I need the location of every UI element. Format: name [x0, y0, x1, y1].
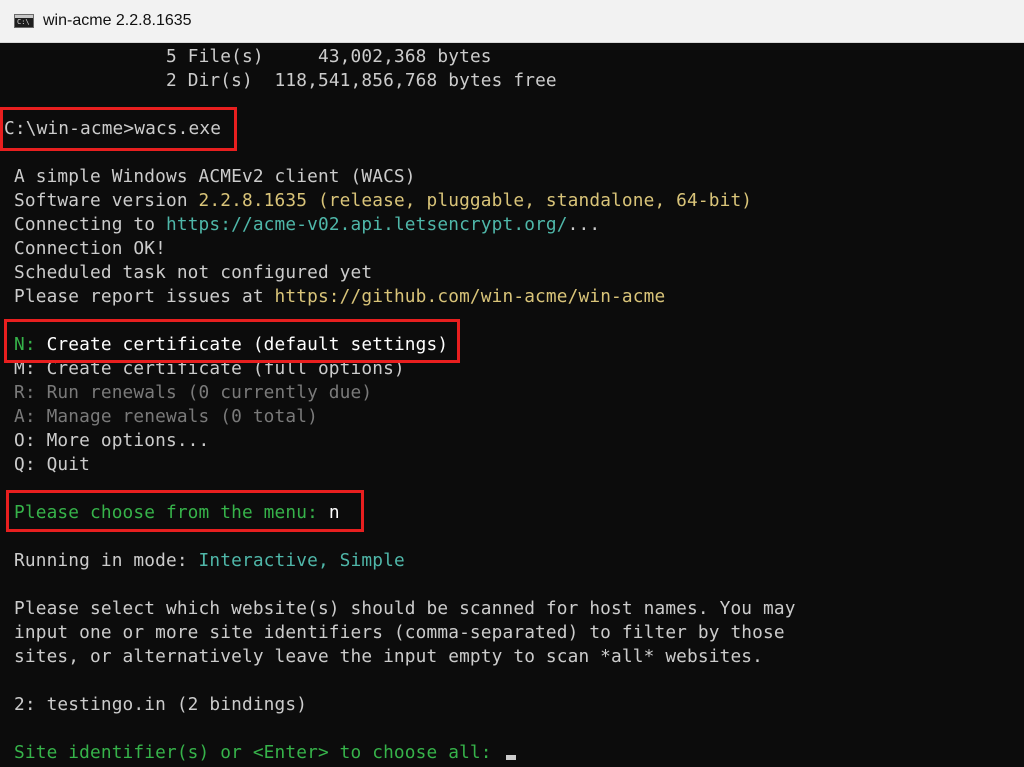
report-label: Please report issues at [14, 286, 275, 307]
menu-item-a: A: Manage renewals (0 total) [14, 406, 318, 427]
console-output[interactable]: 5 File(s) 43,002,368 bytes 2 Dir(s) 118,… [0, 43, 1024, 767]
connecting-label: Connecting to [14, 214, 166, 235]
dir-files-line: 5 File(s) 43,002,368 bytes [166, 46, 492, 67]
site-prompt: Site identifier(s) or <Enter> to choose … [14, 742, 503, 763]
menu-n-highlight-box [4, 319, 460, 363]
site-list-item[interactable]: 2: testingo.in (2 bindings) [14, 693, 307, 717]
mode-line: Running in mode: Interactive, Simple [14, 549, 405, 573]
select-instructions-1: Please select which website(s) should be… [14, 598, 796, 619]
banner-line: A simple Windows ACMEv2 client (WACS) [14, 166, 416, 187]
github-url: https://github.com/win-acme/win-acme [274, 286, 666, 307]
scheduled-task-line: Scheduled task not configured yet [14, 262, 373, 283]
report-issues-line: Please report issues at https://github.c… [14, 285, 665, 309]
menu-item-q[interactable]: Q: Quit [14, 453, 90, 477]
prompt-highlight-box [6, 490, 364, 532]
mode-label: Running in mode: [14, 550, 199, 571]
mode-value: Interactive, Simple [198, 550, 405, 571]
connecting-ellipsis: ... [567, 214, 601, 235]
version-line: Software version 2.2.8.1635 (release, pl… [14, 189, 752, 213]
version-label: Software version [14, 190, 199, 211]
select-instructions-2: input one or more site identifiers (comm… [14, 622, 785, 643]
menu-item-r: R: Run renewals (0 currently due) [14, 382, 373, 403]
window-title-bar[interactable]: C:\ win-acme 2.2.8.1635 [0, 0, 1024, 43]
acme-server-url: https://acme-v02.api.letsencrypt.org/ [165, 214, 568, 235]
window-title: win-acme 2.2.8.1635 [43, 12, 192, 29]
select-instructions-3: sites, or alternatively leave the input … [14, 646, 764, 667]
site-prompt-line[interactable]: Site identifier(s) or <Enter> to choose … [14, 741, 516, 765]
version-value: 2.2.8.1635 (release, pluggable, standalo… [198, 190, 753, 211]
command-highlight-box [0, 107, 237, 151]
connecting-line: Connecting to https://acme-v02.api.letse… [14, 213, 600, 237]
text-cursor [505, 755, 516, 760]
console-icon-glyph: C:\ [17, 18, 30, 26]
console-icon: C:\ [14, 14, 34, 28]
menu-item-o[interactable]: O: More options... [14, 429, 209, 453]
connection-ok-line: Connection OK! [14, 238, 166, 259]
dir-dirs-line: 2 Dir(s) 118,541,856,768 bytes free [166, 70, 557, 91]
